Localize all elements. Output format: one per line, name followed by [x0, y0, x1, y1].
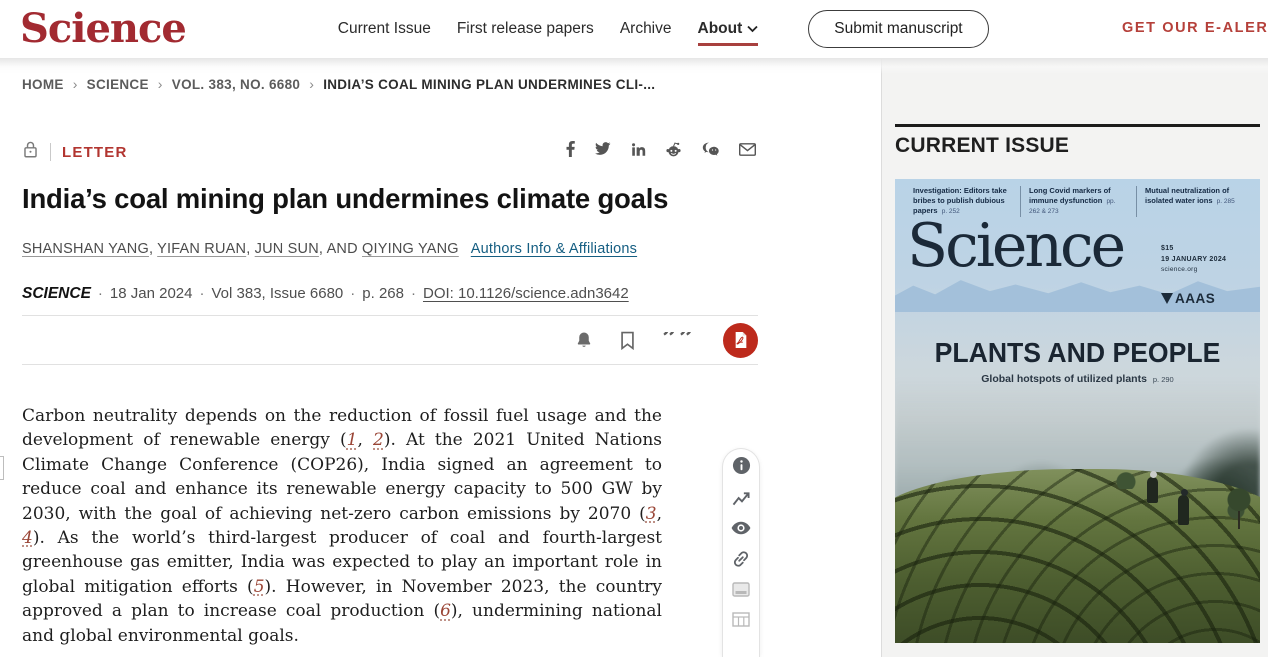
- cover-subhead: Global hotspots of utilized plants p. 29…: [895, 373, 1260, 385]
- cover-price: $15: [1161, 243, 1226, 254]
- cover-date: 19 JANUARY 2024: [1161, 254, 1226, 265]
- cite-icon[interactable]: ””: [662, 332, 696, 348]
- reference-link[interactable]: 2: [373, 430, 384, 450]
- article-type-row: LETTER: [22, 140, 128, 164]
- cover-science-logo: Science: [907, 213, 1123, 279]
- facebook-icon[interactable]: [566, 141, 575, 157]
- article-title: India’s coal mining plan undermines clim…: [22, 183, 732, 215]
- cover-subhead-text: Global hotspots of utilized plants: [981, 373, 1147, 385]
- breadcrumb-separator: ›: [158, 76, 163, 92]
- author-separator: , AND: [319, 241, 362, 257]
- current-issue-rule: [895, 124, 1260, 127]
- magazine-cover[interactable]: Investigation: Editors take bribes to pu…: [895, 179, 1260, 643]
- aaas-label: AAAS: [1175, 291, 1215, 306]
- cover-headline: PLANTS AND PEOPLE: [904, 337, 1251, 369]
- volume-issue: Vol 383, Issue 6680: [211, 285, 343, 302]
- cover-tree: [1224, 485, 1254, 531]
- science-logo[interactable]: Science: [20, 9, 186, 49]
- article-tool-rail: [722, 448, 760, 657]
- e-alerts-link[interactable]: GET OUR E-ALERTS: [1122, 20, 1268, 36]
- main-nav: Current Issue First release papers Archi…: [338, 10, 989, 48]
- author-link[interactable]: JUN SUN: [255, 241, 319, 257]
- nav-current-issue[interactable]: Current Issue: [338, 20, 431, 38]
- wechat-icon[interactable]: [702, 142, 720, 157]
- tables-icon[interactable]: [732, 612, 750, 627]
- linkedin-icon[interactable]: [631, 142, 646, 157]
- cover-subhead-page: p. 290: [1153, 375, 1174, 384]
- reference-link[interactable]: 6: [440, 601, 451, 621]
- body-text-segment: ,: [657, 504, 662, 524]
- cover-site: science.org: [1161, 265, 1226, 275]
- article-type-label: LETTER: [62, 144, 128, 161]
- teaser-page: p. 285: [1217, 198, 1235, 205]
- reference-link[interactable]: 5: [254, 577, 265, 597]
- article-meta-row: SCIENCE · 18 Jan 2024 · Vol 383, Issue 6680 ·…: [22, 285, 629, 303]
- breadcrumb-home[interactable]: HOME: [22, 77, 64, 92]
- author-link[interactable]: SHANSHAN YANG: [22, 241, 149, 257]
- nav-about[interactable]: About: [698, 20, 759, 46]
- media-icon[interactable]: [732, 582, 750, 597]
- meta-separator: ·: [98, 285, 103, 302]
- author-link[interactable]: YIFAN RUAN: [157, 241, 246, 257]
- meta-separator: ·: [411, 285, 416, 302]
- reference-link[interactable]: 1: [347, 430, 358, 450]
- annotation-marker: [0, 456, 4, 480]
- cover-issue-info: $15 19 JANUARY 2024 science.org: [1161, 243, 1226, 276]
- meta-separator: ·: [350, 285, 355, 302]
- author-link[interactable]: QIYING YANG: [362, 241, 459, 257]
- submit-manuscript-button[interactable]: Submit manuscript: [808, 10, 988, 48]
- info-icon[interactable]: [732, 456, 751, 475]
- article-actions-row: ””: [22, 320, 758, 360]
- share-link-icon[interactable]: [732, 550, 750, 568]
- paragraph: Carbon neutrality depends on the reducti…: [22, 404, 662, 648]
- site-header: Science Current Issue First release pape…: [0, 0, 1268, 58]
- nav-first-release[interactable]: First release papers: [457, 20, 594, 38]
- doi-link[interactable]: DOI: 10.1126/science.adn3642: [423, 285, 629, 302]
- authors-row: SHANSHAN YANG, YIFAN RUAN, JUN SUN, AND …: [22, 241, 637, 257]
- author-separator: ,: [149, 241, 157, 257]
- breadcrumb-separator: ›: [309, 76, 314, 92]
- current-issue-heading: CURRENT ISSUE: [895, 134, 1069, 158]
- social-share-row: [566, 141, 756, 157]
- alert-bell-icon[interactable]: [575, 331, 593, 350]
- divider: [22, 364, 758, 365]
- publish-date: 18 Jan 2024: [110, 285, 193, 302]
- cover-bush: [1113, 471, 1139, 489]
- breadcrumb-separator: ›: [73, 76, 78, 92]
- cover-tea-hills: [895, 469, 1260, 643]
- email-icon[interactable]: [739, 143, 756, 156]
- page-number: p. 268: [362, 285, 404, 302]
- body-text-segment: ,: [357, 430, 373, 450]
- reddit-icon[interactable]: [665, 142, 682, 157]
- twitter-icon[interactable]: [594, 142, 611, 156]
- aaas-logo: AAAS: [1161, 291, 1215, 306]
- cover-teaser: Mutual neutralization of isolated water …: [1136, 186, 1252, 217]
- cover-person: [1147, 477, 1158, 503]
- breadcrumb: HOME › SCIENCE › VOL. 383, NO. 6680 › IN…: [22, 76, 655, 92]
- article-body: Carbon neutrality depends on the reducti…: [22, 404, 662, 657]
- breadcrumb-article: INDIA’S COAL MINING PLAN UNDERMINES CLI-…: [323, 77, 655, 92]
- aaas-mark-icon: [1161, 293, 1173, 304]
- pdf-download-button[interactable]: [723, 323, 758, 358]
- nav-about-label: About: [698, 20, 743, 38]
- lock-icon: [22, 140, 39, 164]
- cover-person: [1178, 495, 1189, 525]
- bookmark-icon[interactable]: [620, 331, 635, 350]
- reference-link[interactable]: 3: [646, 504, 657, 524]
- author-separator: ,: [246, 241, 254, 257]
- views-eye-icon[interactable]: [731, 521, 751, 535]
- teaser-title: Long Covid markers of immune dysfunction: [1029, 186, 1111, 205]
- authors-info-link[interactable]: Authors Info & Affiliations: [471, 241, 637, 257]
- breadcrumb-volume[interactable]: VOL. 383, NO. 6680: [172, 77, 300, 92]
- journal-name: SCIENCE: [22, 285, 91, 302]
- metrics-icon[interactable]: [732, 490, 751, 507]
- reference-link[interactable]: 4: [22, 528, 33, 548]
- breadcrumb-science[interactable]: SCIENCE: [87, 77, 149, 92]
- meta-separator: ·: [199, 285, 204, 302]
- divider: [22, 315, 758, 316]
- chevron-down-icon: [747, 20, 758, 38]
- divider: [50, 143, 51, 161]
- nav-archive[interactable]: Archive: [620, 20, 672, 38]
